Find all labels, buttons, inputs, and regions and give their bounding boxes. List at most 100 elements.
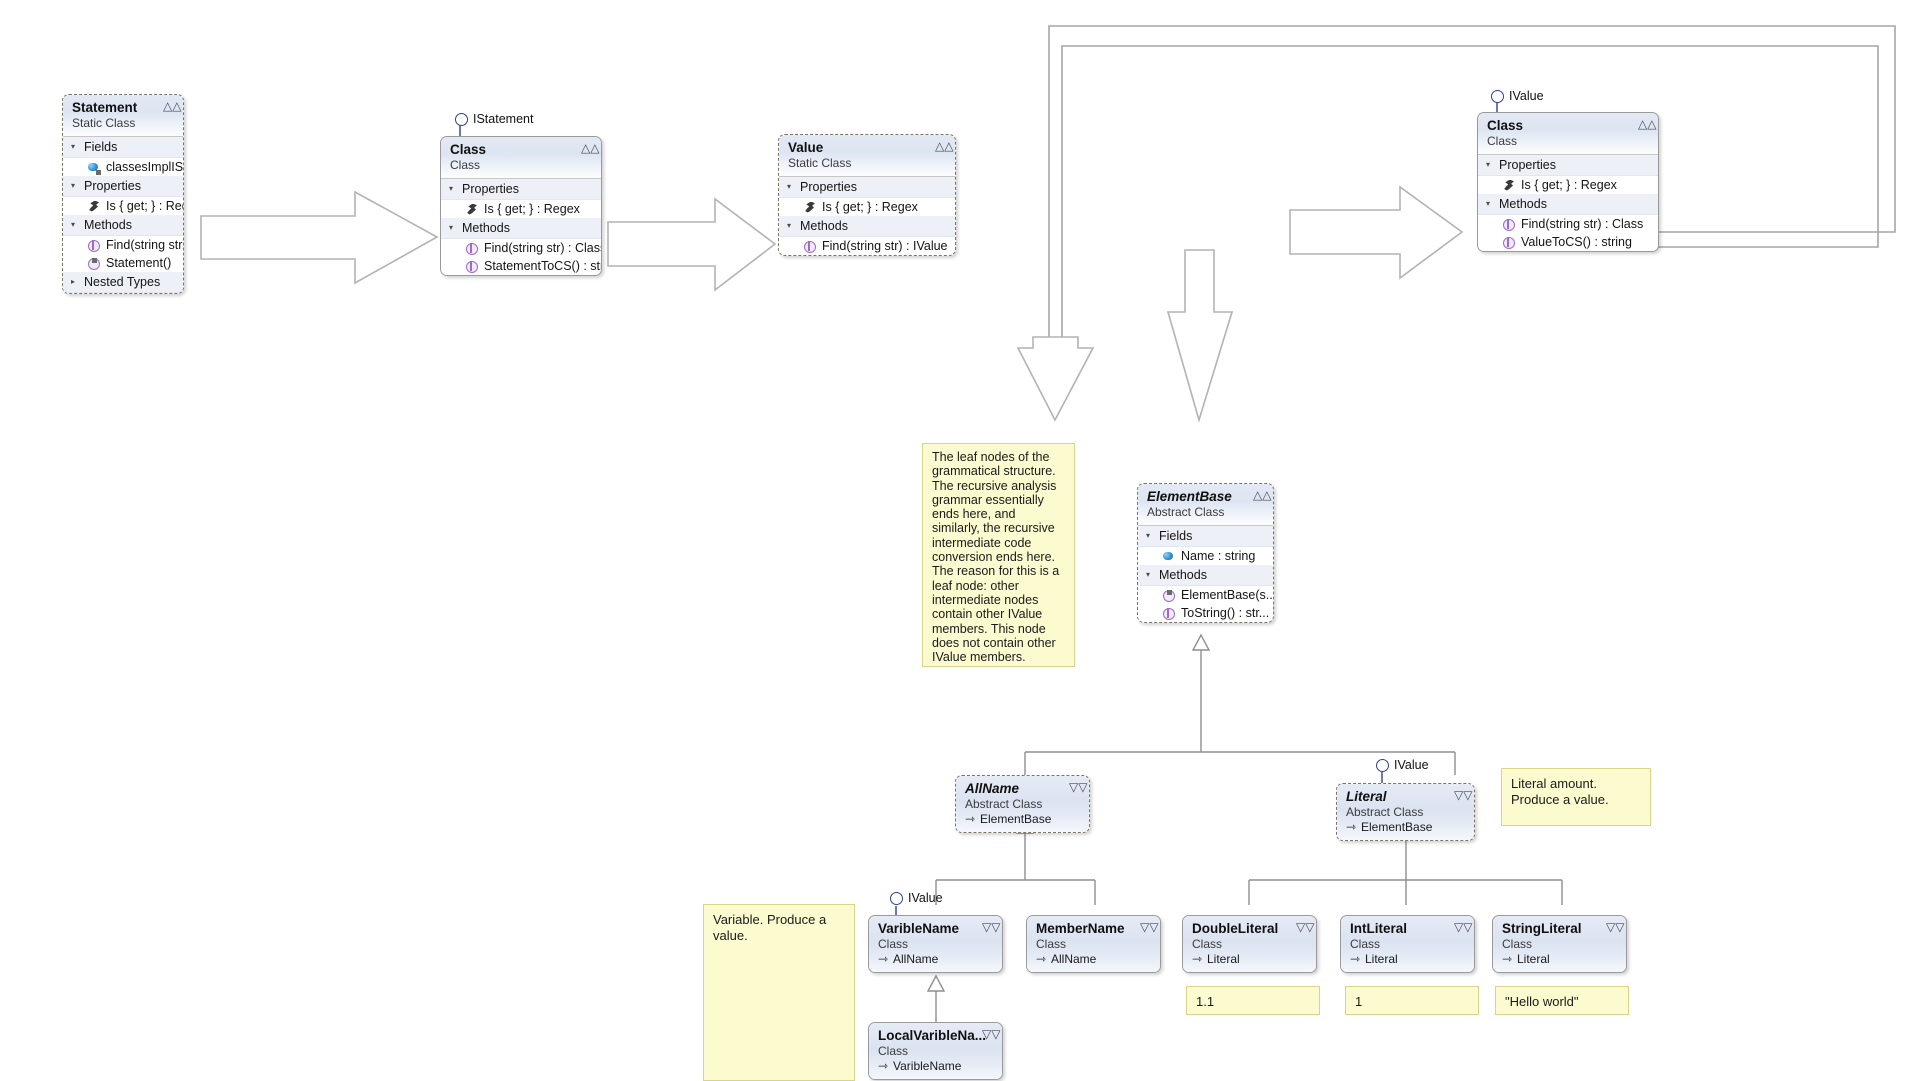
member-group-properties[interactable]: ▾ Properties	[1478, 155, 1658, 176]
member-group-properties[interactable]: ▾ Properties	[779, 177, 955, 198]
member-row[interactable]: ValueToCS() : string	[1478, 233, 1658, 251]
class-node-doubleliteral[interactable]: DoubleLiteral Class ⇾ Literal ▽▽	[1182, 915, 1317, 973]
expand-icon[interactable]: ▽▽	[982, 921, 1000, 934]
member-row[interactable]: Name : string	[1138, 547, 1273, 565]
class-node-allname[interactable]: AllName Abstract Class ⇾ ElementBase ▽▽	[955, 775, 1090, 833]
class-name: MemberName	[1036, 921, 1125, 936]
expand-icon[interactable]: ▽▽	[1454, 789, 1472, 802]
note-int-value[interactable]: 1	[1345, 986, 1479, 1015]
member-row[interactable]: ToString() : str...	[1138, 604, 1273, 622]
member-group-methods[interactable]: ▾ Methods	[1478, 194, 1658, 215]
collapse-icon[interactable]: △△	[163, 100, 181, 113]
expander-icon[interactable]: ▾	[787, 218, 795, 234]
class-node-stringliteral[interactable]: StringLiteral Class ⇾ Literal ▽▽	[1492, 915, 1627, 973]
member-row[interactable]: Find(string str...	[63, 236, 183, 254]
member-group-methods[interactable]: ▾ Methods	[1138, 565, 1273, 586]
expander-icon[interactable]: ▾	[1486, 196, 1494, 212]
class-node-statement[interactable]: Statement Static Class △△ ▾ Fields class…	[62, 94, 184, 294]
member-row[interactable]: Is { get; } : Regex	[779, 198, 955, 216]
note-variable[interactable]: Variable. Produce a value.	[703, 904, 855, 1081]
class-node-statement-class[interactable]: Class Class △△ ▾ Properties Is { get; } …	[440, 136, 602, 276]
member-row[interactable]: StatementToCS() : stri...	[441, 257, 601, 275]
member-group-methods[interactable]: ▾ Methods	[441, 218, 601, 239]
member-row[interactable]: Is { get; } : Regex	[1478, 176, 1658, 194]
class-header-statement: Statement Static Class △△	[63, 95, 183, 136]
field-icon	[1162, 550, 1175, 563]
member-row[interactable]: Find(string str) : IValue	[779, 237, 955, 255]
interface-lollipop-variblename[interactable]: IValue	[890, 892, 943, 905]
collapse-icon[interactable]: △△	[1638, 118, 1656, 131]
expand-icon[interactable]: ▽▽	[1140, 921, 1158, 934]
class-name: ElementBase	[1147, 489, 1232, 504]
expander-icon[interactable]: ▾	[1486, 157, 1494, 173]
member-group-methods[interactable]: ▾ Methods	[779, 216, 955, 237]
expand-icon[interactable]: ▽▽	[982, 1028, 1000, 1041]
interface-lollipop-literal[interactable]: IValue	[1376, 759, 1429, 772]
class-kind: Class	[1487, 134, 1518, 148]
member-row[interactable]: Is { get; } : Regex	[441, 200, 601, 218]
class-node-membername[interactable]: MemberName Class ⇾ AllName ▽▽	[1026, 915, 1161, 973]
member-row[interactable]: Find(string str) : Class	[1478, 215, 1658, 233]
member-group-properties[interactable]: ▾ Properties	[63, 176, 183, 197]
member-group-fields[interactable]: ▾ Fields	[1138, 526, 1273, 547]
expander-icon[interactable]: ▾	[449, 181, 457, 197]
class-node-value-class[interactable]: Class Class △△ ▾ Properties Is { get; } …	[1477, 112, 1659, 252]
expander-icon[interactable]: ▾	[71, 178, 79, 194]
interface-circle-icon	[455, 113, 468, 126]
class-name: StringLiteral	[1502, 921, 1582, 936]
expand-icon[interactable]: ▽▽	[1454, 921, 1472, 934]
expand-icon[interactable]: ▽▽	[1606, 921, 1624, 934]
class-header-value: Value Static Class △△	[779, 135, 955, 176]
interface-circle-icon	[1491, 90, 1504, 103]
group-label: Methods	[800, 219, 848, 233]
member-row[interactable]: Find(string str) : Class	[441, 239, 601, 257]
class-base-row: ⇾ Literal	[1502, 952, 1617, 966]
note-literal-amount[interactable]: Literal amount. Produce a value.	[1501, 768, 1651, 826]
base-arrow-icon: ⇾	[965, 812, 976, 826]
expander-icon[interactable]: ▾	[1146, 567, 1154, 583]
member-group-fields[interactable]: ▾ Fields	[63, 137, 183, 158]
class-kind: Class	[1350, 937, 1381, 951]
member-group-methods[interactable]: ▾ Methods	[63, 215, 183, 236]
method-icon	[803, 240, 816, 253]
inherit-triangle-variblename	[926, 974, 946, 992]
class-node-value[interactable]: Value Static Class △△ ▾ Properties Is { …	[778, 134, 956, 256]
note-string-value[interactable]: "Hello world"	[1495, 986, 1629, 1015]
collapse-icon[interactable]: △△	[581, 142, 599, 155]
expander-icon[interactable]: ▾	[1146, 528, 1154, 544]
block-arrow-down-value	[1166, 249, 1234, 423]
member-label: Statement()	[106, 256, 172, 270]
class-kind: Static Class	[788, 156, 852, 170]
interface-label: IValue	[1509, 89, 1544, 103]
note-double-value[interactable]: 1.1	[1186, 986, 1320, 1015]
member-row[interactable]: classesImplISt...	[63, 158, 183, 176]
class-name: VaribleName	[878, 921, 960, 936]
member-group-nested-types[interactable]: ▸ Nested Types	[63, 272, 183, 293]
expander-icon[interactable]: ▾	[71, 139, 79, 155]
member-group-properties[interactable]: ▾ Properties	[441, 179, 601, 200]
class-base-name: VaribleName	[893, 1059, 962, 1073]
class-node-variblename[interactable]: VaribleName Class ⇾ AllName ▽▽	[868, 915, 1003, 973]
interface-lollipop-ivalue-top[interactable]: IValue	[1491, 90, 1544, 103]
class-node-localvariblename[interactable]: LocalVaribleNa... Class ⇾ VaribleName ▽▽	[868, 1022, 1003, 1080]
class-name: DoubleLiteral	[1192, 921, 1279, 936]
class-node-intliteral[interactable]: IntLiteral Class ⇾ Literal ▽▽	[1340, 915, 1475, 973]
expander-icon[interactable]: ▾	[449, 220, 457, 236]
member-row[interactable]: Statement()	[63, 254, 183, 272]
expander-icon[interactable]: ▾	[71, 217, 79, 233]
class-header-literal: Literal Abstract Class ⇾ ElementBase ▽▽	[1337, 784, 1474, 840]
class-header-elementbase: ElementBase Abstract Class △△	[1138, 484, 1273, 525]
collapse-icon[interactable]: △△	[935, 140, 953, 153]
expander-icon[interactable]: ▾	[787, 179, 795, 195]
collapse-icon[interactable]: △△	[1253, 489, 1271, 502]
member-row[interactable]: Is { get; } : Reg...	[63, 197, 183, 215]
note-leaf-nodes[interactable]: The leaf nodes of the grammatical struct…	[922, 443, 1075, 667]
class-node-literal[interactable]: Literal Abstract Class ⇾ ElementBase ▽▽	[1336, 783, 1475, 841]
member-label: Find(string str) : IValue	[822, 239, 948, 253]
interface-lollipop-istatement[interactable]: IStatement	[455, 113, 533, 126]
class-node-elementbase[interactable]: ElementBase Abstract Class △△ ▾ Fields N…	[1137, 483, 1274, 623]
expander-icon[interactable]: ▸	[71, 274, 79, 290]
expand-icon[interactable]: ▽▽	[1069, 781, 1087, 794]
expand-icon[interactable]: ▽▽	[1296, 921, 1314, 934]
member-row[interactable]: ElementBase(s...	[1138, 586, 1273, 604]
